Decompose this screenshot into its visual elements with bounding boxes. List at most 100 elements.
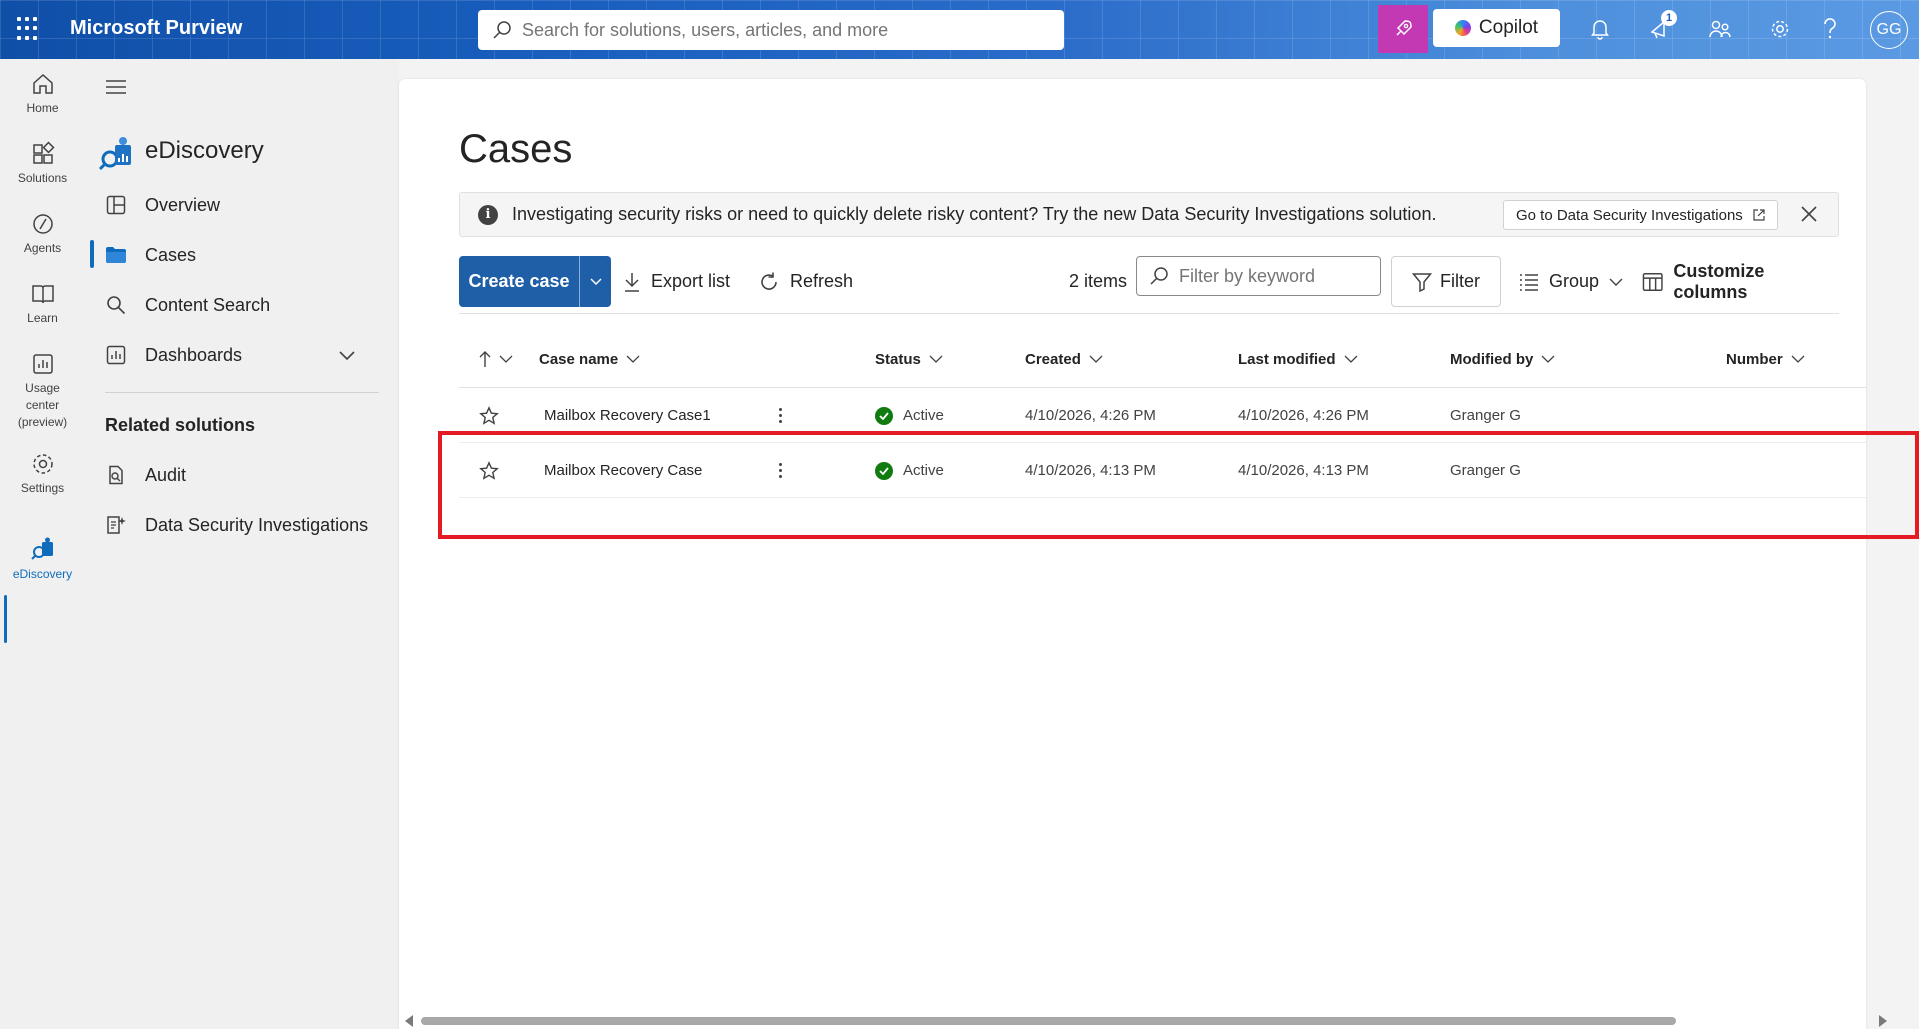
dashboard-icon: [105, 344, 127, 366]
community-button[interactable]: [1705, 14, 1735, 44]
notification-badge: 1: [1661, 10, 1677, 26]
list-icon: [1520, 273, 1538, 291]
column-header-case-name[interactable]: Case name: [539, 339, 640, 379]
ediscovery-icon: [97, 134, 137, 179]
left-rail: Home Solutions Agents Learn Usage center…: [0, 59, 85, 1029]
avatar[interactable]: GG: [1870, 11, 1908, 49]
customize-label: Customize columns: [1673, 260, 1765, 302]
nav-item-label: Cases: [145, 244, 197, 265]
rocket-icon: [1396, 20, 1412, 36]
filter-input[interactable]: [1179, 265, 1379, 287]
rail-item-settings[interactable]: Settings: [0, 451, 85, 497]
column-label: Status: [875, 350, 921, 368]
rail-label: eDiscovery: [12, 567, 73, 581]
chevron-down-icon[interactable]: [580, 277, 611, 286]
customize-columns-button[interactable]: Customize columns: [1642, 256, 1839, 307]
close-icon[interactable]: [1798, 203, 1820, 225]
home-icon: [32, 73, 53, 94]
rocket-button[interactable]: [1378, 5, 1428, 53]
app-launcher-icon[interactable]: [17, 17, 41, 41]
refresh-button[interactable]: Refresh: [758, 256, 853, 307]
table-header: Case name Status Created Last modified M…: [459, 339, 1866, 379]
agents-icon: [32, 214, 53, 234]
create-case-label: Create case: [468, 271, 570, 291]
gear-icon: [1771, 20, 1789, 38]
filter-button[interactable]: Filter: [1391, 256, 1501, 307]
search-input[interactable]: [522, 19, 1042, 41]
rail-item-learn[interactable]: Learn: [0, 281, 85, 327]
notifications-button[interactable]: [1585, 14, 1615, 44]
settings-button[interactable]: [1765, 14, 1795, 44]
nav-item-data-security-investigations[interactable]: Data Security Investigations: [105, 505, 385, 545]
group-button[interactable]: Group: [1519, 256, 1623, 307]
audit-icon: [105, 464, 127, 486]
rail-item-solutions[interactable]: Solutions: [0, 141, 85, 187]
checkmark-icon: [875, 406, 893, 425]
info-icon: i: [478, 204, 498, 225]
menu-icon[interactable]: [105, 79, 127, 100]
search-icon: [493, 21, 511, 39]
status-text: Active: [903, 407, 944, 424]
rail-label: Agents: [23, 241, 62, 255]
column-header-status[interactable]: Status: [875, 339, 943, 379]
page-title: Cases: [459, 127, 573, 171]
nav-item-dashboards[interactable]: Dashboards: [105, 335, 385, 375]
rail-item-agents[interactable]: Agents: [0, 211, 85, 257]
group-label: Group: [1549, 271, 1600, 291]
sort-toggle[interactable]: [479, 339, 513, 379]
go-to-dsi-button[interactable]: Go to Data Security Investigations: [1503, 200, 1778, 230]
rail-active-indicator: [4, 595, 7, 643]
main-panel: Cases i Investigating security risks or …: [399, 79, 1866, 1029]
columns-icon: [1642, 272, 1663, 291]
column-header-modified-by[interactable]: Modified by: [1450, 339, 1555, 379]
nav-active-indicator: [90, 240, 94, 268]
folder-icon: [105, 244, 127, 266]
app-name[interactable]: Microsoft Purview: [70, 17, 242, 40]
chevron-down-icon: [1344, 355, 1357, 363]
whats-new-button[interactable]: 1: [1645, 10, 1677, 44]
export-list-button[interactable]: Export list: [623, 256, 730, 307]
create-case-button[interactable]: Create case: [459, 256, 611, 307]
external-link-icon: [1753, 209, 1765, 221]
nav-item-cases[interactable]: Cases: [105, 235, 385, 275]
book-icon: [31, 285, 54, 304]
rail-item-ediscovery[interactable]: eDiscovery: [0, 535, 85, 583]
nav-item-overview[interactable]: Overview: [105, 185, 385, 225]
chevron-down-icon[interactable]: [339, 345, 355, 366]
toolbar: Create case Export list Refresh 2 items …: [459, 256, 1839, 308]
scrollbar-thumb[interactable]: [421, 1017, 1676, 1025]
copilot-button[interactable]: Copilot: [1433, 9, 1560, 47]
rail-item-usage-center[interactable]: Usage center (preview): [0, 351, 85, 431]
secondary-nav: eDiscovery Overview Cases Content Search…: [85, 59, 399, 1029]
investigation-icon: [105, 514, 127, 536]
keyword-filter[interactable]: [1136, 256, 1381, 296]
people-icon: [1709, 20, 1731, 38]
column-header-last-modified[interactable]: Last modified: [1238, 339, 1358, 379]
nav-item-label: Overview: [145, 194, 221, 215]
refresh-label: Refresh: [790, 271, 854, 291]
horizontal-scrollbar[interactable]: [399, 1012, 1889, 1029]
info-banner: i Investigating security risks or need t…: [459, 192, 1839, 237]
nav-item-label: Dashboards: [145, 344, 243, 365]
column-header-created[interactable]: Created: [1025, 339, 1103, 379]
rail-label: Home: [26, 101, 59, 115]
column-label: Case name: [539, 350, 619, 368]
download-icon: [625, 272, 639, 292]
global-search[interactable]: [478, 10, 1064, 50]
search-icon: [105, 294, 127, 316]
column-label: Number: [1726, 350, 1783, 368]
nav-item-audit[interactable]: Audit: [105, 455, 385, 495]
nav-item-content-search[interactable]: Content Search: [105, 285, 385, 325]
item-count: 2 items: [1069, 271, 1128, 291]
rail-label: Usage center (preview): [17, 381, 68, 429]
overview-icon: [105, 194, 127, 216]
rail-item-home[interactable]: Home: [0, 71, 85, 117]
column-label: Created: [1025, 350, 1081, 368]
column-label: Last modified: [1238, 350, 1336, 368]
question-icon: [1824, 18, 1836, 39]
help-button[interactable]: [1815, 14, 1845, 44]
scroll-left-icon[interactable]: [405, 1015, 413, 1027]
column-header-number[interactable]: Number: [1726, 339, 1805, 379]
related-solutions-heading: Related solutions: [105, 415, 256, 435]
scroll-right-icon[interactable]: [1879, 1015, 1887, 1027]
